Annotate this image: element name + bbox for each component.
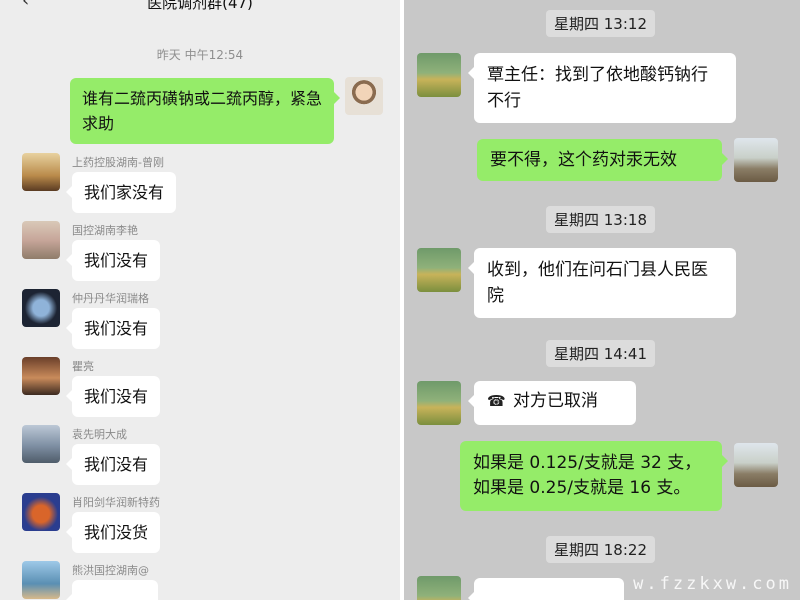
avatar[interactable] bbox=[22, 425, 60, 463]
avatar[interactable] bbox=[417, 381, 461, 425]
message-received[interactable]: 我们家没有 bbox=[65, 172, 177, 213]
message-sent[interactable]: 要不得，这个药对汞无效 bbox=[477, 139, 728, 181]
timestamp: 星期四 13:18 bbox=[546, 206, 655, 233]
left-chat-panel: ‹ 医院调剂群(47) 昨天 中午12:54 谁有二巯丙磺钠或二巯丙醇，紧急求助… bbox=[0, 0, 400, 600]
avatar[interactable] bbox=[22, 561, 60, 599]
message-sent[interactable]: 如果是 0.125/支就是 32 支， 如果是 0.25/支就是 16 支。 bbox=[460, 441, 728, 511]
avatar[interactable] bbox=[417, 53, 461, 97]
avatar[interactable] bbox=[734, 138, 778, 182]
message-received[interactable]: 我们没有 bbox=[65, 240, 161, 281]
avatar[interactable] bbox=[734, 443, 778, 487]
avatar[interactable] bbox=[22, 153, 60, 191]
timestamp: 昨天 中午12:54 bbox=[156, 48, 244, 62]
avatar[interactable] bbox=[22, 221, 60, 259]
call-message[interactable]: ☎ 对方已取消 bbox=[468, 381, 636, 425]
message-sent[interactable]: 谁有二巯丙磺钠或二巯丙醇，紧急求助 bbox=[70, 78, 340, 144]
call-status-text: 对方已取消 bbox=[513, 391, 598, 411]
avatar[interactable] bbox=[22, 289, 60, 327]
avatar[interactable] bbox=[22, 493, 60, 531]
sender-name: 上药控股湖南-曾刚 bbox=[72, 156, 164, 169]
avatar[interactable] bbox=[345, 77, 383, 115]
message-received[interactable]: 我们没有 bbox=[65, 444, 161, 485]
message-received[interactable]: 收到，他们在问石门县人民医院 bbox=[468, 248, 736, 318]
message-received[interactable]: 我们没有 bbox=[65, 308, 161, 349]
sender-name: 袁先明大成 bbox=[72, 428, 127, 441]
timestamp: 星期四 13:12 bbox=[546, 10, 655, 37]
phone-hangup-icon: ☎ bbox=[487, 392, 506, 410]
sender-name: 肖阳剑华润新特药 bbox=[72, 496, 160, 509]
sender-name: 仲丹丹华润瑞格 bbox=[72, 292, 149, 305]
chat-title: 医院调剂群(47) bbox=[147, 0, 253, 12]
avatar[interactable] bbox=[417, 576, 461, 600]
message-received[interactable]: 我们没有 bbox=[65, 376, 161, 417]
right-chat-panel: 星期四 13:12 覃主任：找到了依地酸钙钠行不行 要不得，这个药对汞无效 星期… bbox=[404, 0, 800, 600]
timestamp: 星期四 14:41 bbox=[546, 340, 655, 367]
avatar[interactable] bbox=[417, 248, 461, 292]
timestamp: 星期四 18:22 bbox=[546, 536, 655, 563]
sender-name: 国控湖南李艳 bbox=[72, 224, 138, 237]
message-received[interactable] bbox=[468, 578, 624, 600]
message-received[interactable] bbox=[66, 580, 158, 600]
sender-name: 瞿亮 bbox=[72, 360, 94, 373]
avatar[interactable] bbox=[22, 357, 60, 395]
sender-name: 熊洪国控湖南@ bbox=[72, 564, 149, 577]
message-line: 如果是 0.25/支就是 16 支。 bbox=[473, 478, 691, 498]
message-received[interactable]: 覃主任：找到了依地酸钙钠行不行 bbox=[468, 53, 736, 123]
message-line: 如果是 0.125/支就是 32 支， bbox=[473, 453, 702, 473]
message-received[interactable]: 我们没货 bbox=[65, 512, 161, 553]
watermark: w.fzzkxw.com bbox=[633, 574, 792, 594]
